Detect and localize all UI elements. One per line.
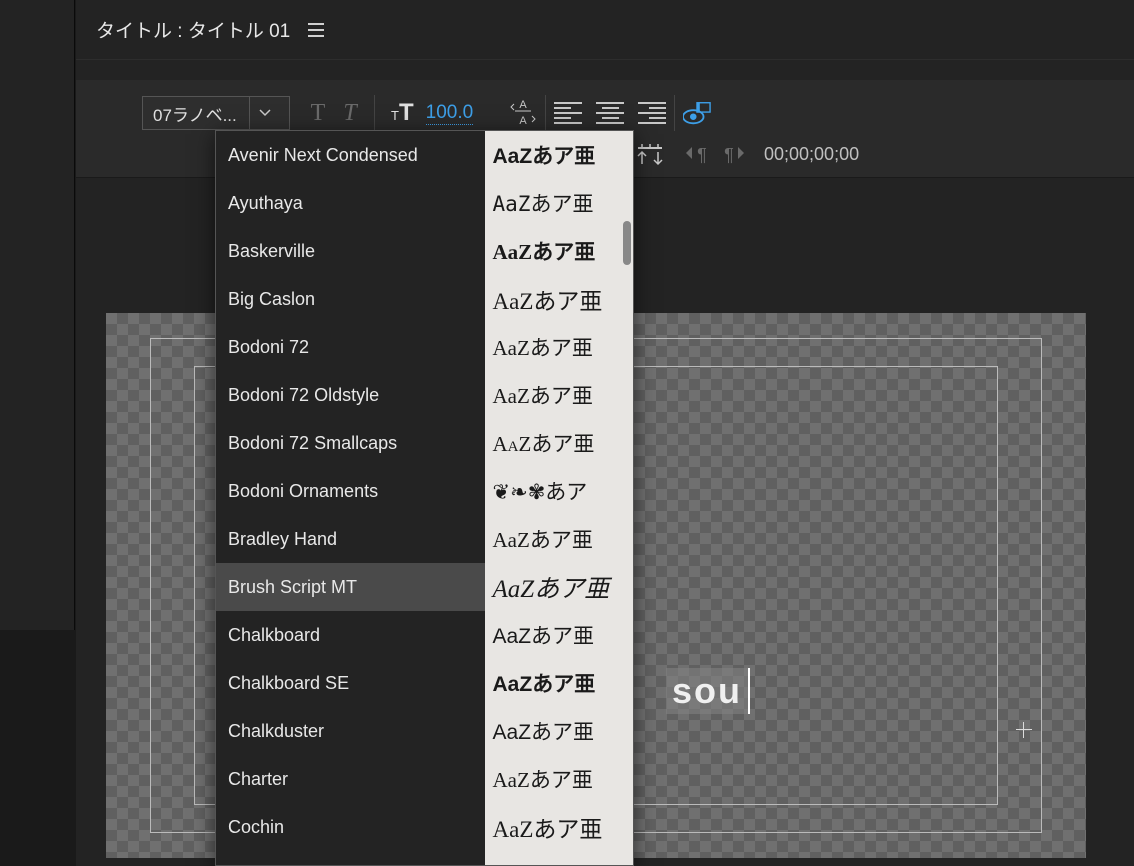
svg-text:¶: ¶ [724,145,734,165]
svg-text:¶: ¶ [697,145,707,165]
font-preview: AaZあア亜 [485,803,633,851]
font-preview-strip: AaZあア亜AaZあア亜AaZあア亜AaZあア亜AaZあア亜AaZあア亜AaZあ… [485,131,633,865]
font-option[interactable]: Cochin [216,803,485,851]
show-video-icon[interactable] [683,99,711,127]
font-option[interactable]: Chalkboard [216,611,485,659]
font-preview: ❦❧✾あア [485,467,633,515]
title-text[interactable]: sou [666,668,750,714]
font-list[interactable]: Avenir Next CondensedAyuthayaBaskerville… [216,131,485,865]
font-size-value[interactable]: 100.0 [426,102,474,125]
font-preview: AaZあア亜 [485,419,633,467]
ltr-direction-icon[interactable]: ¶ [682,140,710,168]
font-size-icon: TT [391,99,414,127]
font-family-value: 07ラノベ... [153,101,243,126]
align-left-button[interactable] [554,102,582,124]
font-preview: AaZあア亜 [485,227,633,275]
font-option[interactable]: Bradley Hand [216,515,485,563]
font-option[interactable]: Big Caslon [216,275,485,323]
font-option[interactable]: Bodoni 72 Smallcaps [216,419,485,467]
panel-menu-icon[interactable] [308,23,324,37]
font-option[interactable]: Charter [216,755,485,803]
anchor-crosshair [1016,722,1032,738]
timecode-display[interactable]: 00;00;00;00 [764,144,859,165]
separator [674,95,675,131]
font-preview: AaZあア亜 [485,611,633,659]
font-preview: AaZあア亜 [485,323,633,371]
font-preview: AaZあア亜 [485,275,633,323]
italic-button[interactable]: T [334,100,366,127]
panel-header: タイトル : タイトル 01 [76,0,1134,60]
font-preview: AaZあア亜 [485,563,633,611]
panel-title: タイトル : タイトル 01 [96,16,290,43]
font-option[interactable]: Bodoni 72 [216,323,485,371]
separator [374,95,375,131]
font-preview: AaZあア亜 [485,515,633,563]
font-dropdown[interactable]: Avenir Next CondensedAyuthayaBaskerville… [215,130,634,866]
svg-text:A: A [520,99,528,111]
font-option[interactable]: Bodoni Ornaments [216,467,485,515]
svg-text:A: A [520,115,528,127]
font-preview: AaZあア亜 [485,755,633,803]
font-option[interactable]: Baskerville [216,227,485,275]
font-preview: AaZあア亜 [485,131,633,179]
chevron-down-icon[interactable] [249,96,279,130]
align-right-button[interactable] [638,102,666,124]
bold-button[interactable]: T [302,100,334,127]
font-preview: AaZあア亜 [485,707,633,755]
font-option[interactable]: Brush Script MT [216,563,485,611]
tab-stops-icon[interactable] [636,140,664,168]
separator [545,95,546,131]
font-preview: AaZあア亜 [485,659,633,707]
font-option[interactable]: Bodoni 72 Oldstyle [216,371,485,419]
font-preview: AaZあア亜 [485,179,633,227]
font-option[interactable]: Chalkduster [216,707,485,755]
font-option[interactable]: Chalkboard SE [216,659,485,707]
aspect-toggle-icon[interactable]: A A [509,99,537,127]
align-center-button[interactable] [596,102,624,124]
font-option[interactable]: Avenir Next Condensed [216,131,485,179]
font-preview: AaZあア亜 [485,371,633,419]
scrollbar-thumb[interactable] [623,221,631,265]
font-option[interactable]: Ayuthaya [216,179,485,227]
rtl-direction-icon[interactable]: ¶ [720,140,748,168]
font-family-select[interactable]: 07ラノベ... [142,96,290,130]
left-dock-strip [0,0,75,630]
